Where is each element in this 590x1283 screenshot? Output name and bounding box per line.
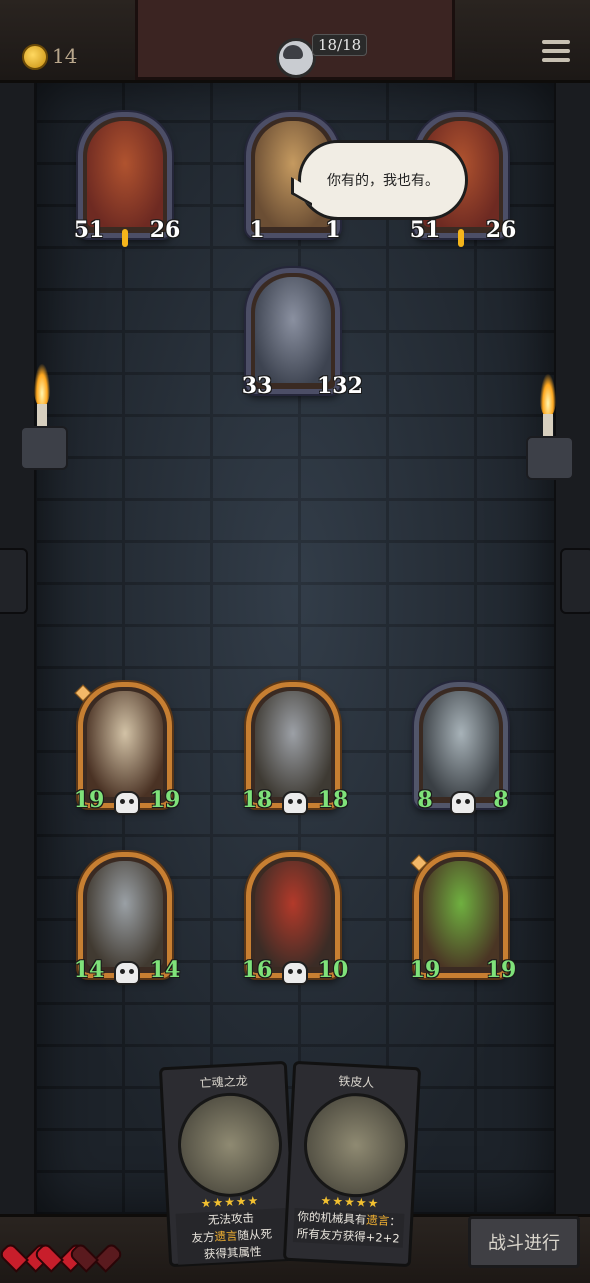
health-value: 10: [317, 957, 349, 983]
hand-card-title: 铁皮人: [337, 1074, 375, 1091]
health-value: 14: [149, 957, 181, 983]
tin-man-portrait: [301, 1090, 411, 1200]
hand-card-description: 你的机械具有遗言： 所有友方获得+2+2: [292, 1208, 405, 1248]
player-card[interactable]: 19 19: [410, 852, 516, 983]
attack-value: 19: [73, 787, 105, 813]
health-value: 18: [317, 787, 349, 813]
attack-value: 18: [241, 787, 273, 813]
attack-value: 8: [417, 787, 433, 813]
player-card[interactable]: 18 18: [242, 682, 348, 815]
flame-icon: [34, 364, 50, 406]
left-pillar: [0, 78, 36, 1218]
skull-icon: [114, 791, 140, 815]
speech-bubble: 你有的，我也有。: [298, 140, 468, 220]
card-art: [255, 691, 331, 797]
skull-icon: [282, 961, 308, 985]
alert-icon: [458, 229, 464, 247]
hand-card[interactable]: 亡魂之龙 ★★★★★ 无法攻击 友方遗言随从死 获得其属性: [158, 1060, 298, 1268]
dragon-portrait: [175, 1090, 285, 1200]
player-card[interactable]: 8 8: [414, 682, 509, 815]
card-art: [87, 121, 163, 227]
heart-icon: [12, 1234, 38, 1258]
card-art: [87, 691, 163, 797]
card-art: [423, 691, 499, 797]
heart-empty-icon: [82, 1234, 108, 1258]
player-card[interactable]: 14 14: [74, 852, 180, 985]
attack-value: 14: [73, 957, 105, 983]
enemy-card[interactable]: 51 26: [74, 112, 180, 249]
hero-hp-counter: 18/18: [312, 34, 368, 56]
alert-icon: [122, 229, 128, 247]
skull-icon: [114, 961, 140, 985]
torch-bracket: [20, 426, 68, 470]
hand-card[interactable]: 铁皮人 ★★★★★ 你的机械具有遗言： 所有友方获得+2+2: [282, 1060, 422, 1268]
attack-value: 51: [73, 215, 105, 249]
battle-start-button[interactable]: 战斗进行: [468, 1216, 580, 1268]
heart-icon: [47, 1234, 73, 1258]
right-door-hinge: [560, 548, 590, 614]
speech-text: 你有的，我也有。: [327, 173, 439, 189]
right-pillar: [554, 78, 590, 1218]
health-value: 132: [317, 371, 363, 403]
hand-card-description: 无法攻击 友方遗言随从死 获得其属性: [175, 1208, 289, 1265]
left-torch: [20, 364, 68, 474]
hand-card-title: 亡魂之龙: [199, 1073, 249, 1091]
attack-value: 1: [241, 215, 273, 249]
attack-value: 16: [241, 957, 273, 983]
coin-icon: [22, 44, 48, 70]
skull-icon: [282, 791, 308, 815]
coin-count: 14: [52, 44, 78, 68]
left-door-hinge: [0, 548, 28, 614]
player-card[interactable]: 16 10: [242, 852, 348, 985]
keyword: 遗言: [365, 1212, 390, 1229]
health-value: 19: [149, 787, 181, 813]
right-torch: [526, 374, 574, 484]
wall-shading: [34, 78, 556, 1218]
hero-portrait-icon[interactable]: [276, 38, 316, 78]
card-art: [255, 861, 331, 967]
health-value: 26: [485, 215, 517, 247]
card-art: [255, 277, 331, 383]
attack-value: 33: [241, 371, 273, 405]
health-value: 26: [149, 215, 181, 247]
flame-icon: [540, 374, 556, 416]
torch-bracket: [526, 436, 574, 480]
enemy-card[interactable]: 33 132: [242, 268, 363, 405]
battle-start-label: 战斗进行: [488, 1233, 560, 1254]
health-value: 19: [485, 957, 517, 983]
health-value: 8: [493, 787, 509, 813]
card-art: [87, 861, 163, 967]
skull-icon: [450, 791, 476, 815]
menu-icon[interactable]: [542, 40, 570, 64]
keyword: 遗言: [214, 1228, 238, 1244]
attack-value: 19: [409, 957, 441, 983]
player-card[interactable]: 19 19: [74, 682, 180, 815]
card-art: [423, 861, 499, 967]
